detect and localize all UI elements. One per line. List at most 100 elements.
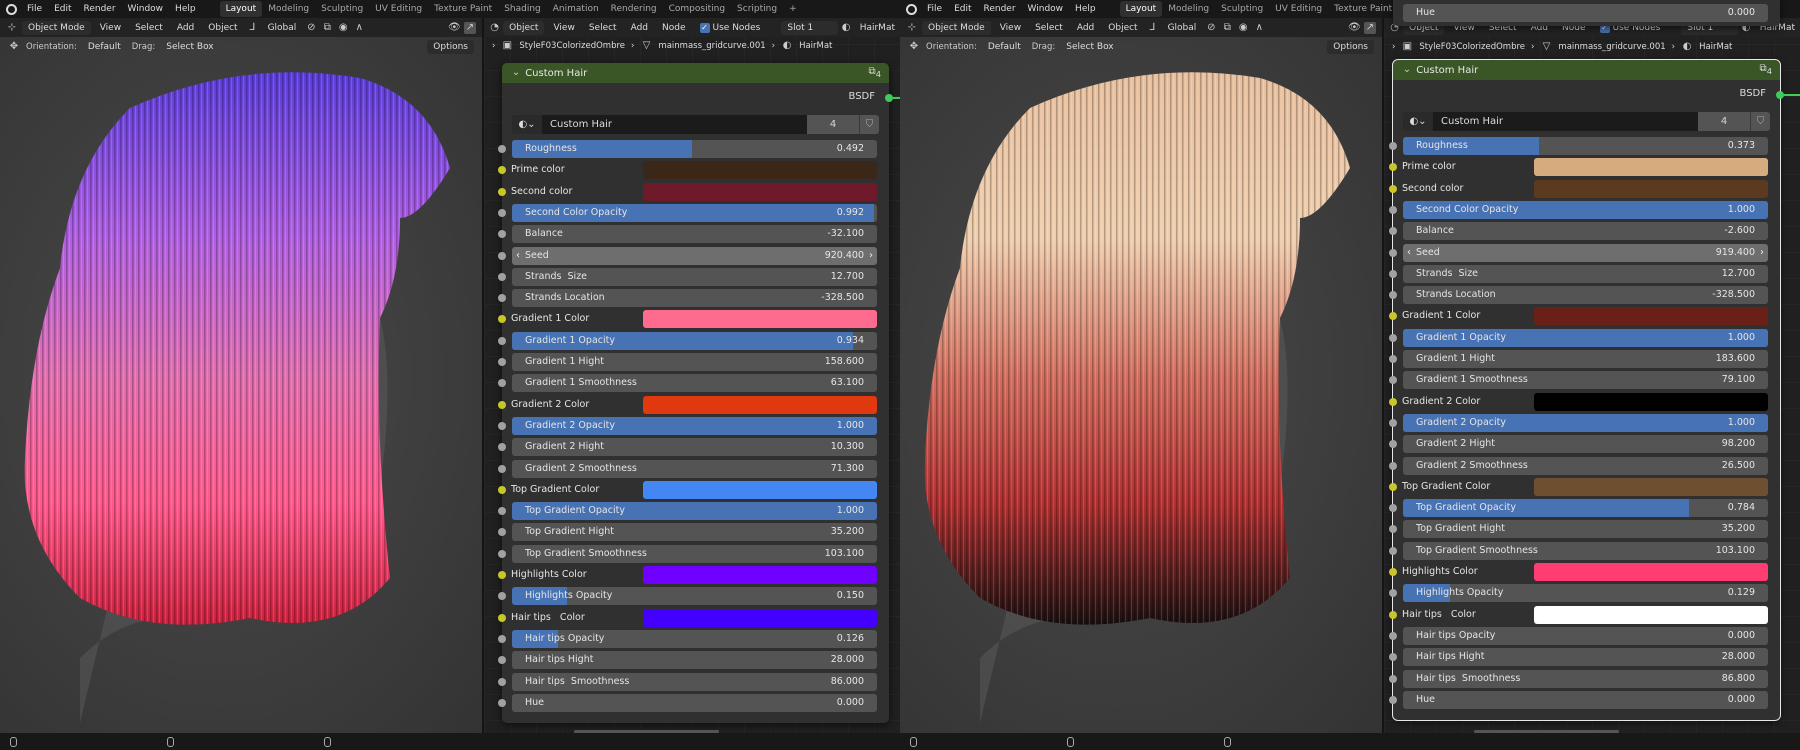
breadcrumb-material[interactable]: HairMat <box>799 41 832 51</box>
number-field[interactable]: Top Gradient Smoothness 103.100 <box>1403 541 1768 560</box>
input-socket[interactable] <box>498 315 506 324</box>
menu-file[interactable]: File <box>921 1 948 17</box>
gizmo-icon[interactable]: ↗ <box>1364 21 1376 34</box>
snap-icon[interactable]: ⧉ <box>321 22 333 34</box>
node-group-icon[interactable]: ⧉4 <box>869 66 881 79</box>
slider-field[interactable]: Second Color Opacity 0.992 <box>512 203 877 222</box>
number-field[interactable]: Gradient 1 Hight 183.600 <box>1403 350 1768 368</box>
shader-editor[interactable]: ◔ Object View Select Add Node ✓ Use Nodes Slot 1… <box>1384 0 1800 733</box>
number-field[interactable]: Balance -2.600 <box>1403 222 1768 241</box>
menu-render[interactable]: Render <box>978 1 1022 17</box>
node-menu-view[interactable]: View <box>548 21 579 35</box>
input-socket[interactable] <box>1389 397 1397 406</box>
menu-file[interactable]: File <box>21 1 48 17</box>
workspace-tab[interactable]: Scripting <box>731 1 783 17</box>
node-group-icon[interactable]: ⧉4 <box>1760 63 1772 76</box>
input-socket[interactable] <box>1389 184 1397 193</box>
increment-arrow-icon[interactable]: › <box>869 247 873 265</box>
input-socket[interactable] <box>498 166 506 175</box>
input-socket[interactable] <box>1389 504 1397 513</box>
gizmo-icon[interactable]: ↗ <box>464 21 476 34</box>
input-socket[interactable] <box>1389 525 1397 534</box>
orientation-dropdown[interactable]: Default <box>983 40 1026 54</box>
drag-dropdown[interactable]: Select Box <box>1061 40 1118 54</box>
color-swatch-gradient-2-color[interactable] <box>643 395 877 414</box>
falloff-icon[interactable]: ∧ <box>1253 22 1265 34</box>
pivot-icon[interactable]: ⊘ <box>305 22 317 34</box>
object-type-dropdown[interactable]: Object <box>503 20 545 35</box>
viewport-menu-object[interactable]: Object <box>203 21 242 35</box>
input-socket[interactable] <box>498 571 506 579</box>
input-socket[interactable] <box>1389 312 1397 321</box>
node-header[interactable]: ⌄ Custom Hair ⧉4 <box>1393 60 1780 80</box>
color-swatch-highlights-color[interactable] <box>643 566 877 584</box>
viewport-menu-view[interactable]: View <box>995 21 1026 35</box>
collapse-chevron-icon[interactable]: ⌄ <box>510 67 522 79</box>
input-socket[interactable] <box>1389 248 1397 257</box>
input-socket[interactable] <box>1389 440 1397 449</box>
number-field[interactable]: Strands Size 12.700 <box>512 267 877 286</box>
snap-icon[interactable]: ⧉ <box>1221 22 1233 34</box>
node-group-user-count[interactable]: 4 <box>807 115 859 134</box>
slider-field[interactable]: Gradient 2 Opacity 1.000 <box>512 416 877 435</box>
input-socket[interactable] <box>1389 227 1397 236</box>
workspace-tab[interactable]: UV Editing <box>1269 1 1328 17</box>
input-socket[interactable] <box>498 443 506 452</box>
output-socket[interactable] <box>1776 91 1784 99</box>
breadcrumb-data[interactable]: mainmass_gridcurve.001 <box>1558 42 1665 52</box>
number-field[interactable]: Top Gradient Smoothness 103.100 <box>512 544 877 563</box>
input-socket[interactable] <box>498 294 506 303</box>
input-socket[interactable] <box>498 613 506 622</box>
color-swatch-top-gradient-color[interactable] <box>643 480 877 499</box>
workspace-tab[interactable]: Modeling <box>1162 1 1215 17</box>
visibility-icon[interactable]: 👁 <box>1348 22 1361 34</box>
viewport-menu-object[interactable]: Object <box>1103 21 1142 35</box>
breadcrumb-data[interactable]: mainmass_gridcurve.001 <box>658 41 765 51</box>
input-socket[interactable] <box>498 485 506 494</box>
input-socket[interactable] <box>498 656 506 665</box>
number-field[interactable]: Hair tips Smoothness 86.800 <box>1403 669 1768 688</box>
color-swatch-second-color[interactable] <box>1534 179 1768 198</box>
slider-field[interactable]: Roughness 0.492 <box>512 140 877 158</box>
input-socket[interactable] <box>498 251 506 260</box>
input-socket[interactable] <box>498 507 506 516</box>
blender-logo-icon[interactable] <box>906 3 917 15</box>
number-field[interactable]: Gradient 2 Hight 98.200 <box>1403 435 1768 454</box>
viewport-menu-select[interactable]: Select <box>130 21 168 35</box>
seed-field[interactable]: ‹ Seed 920.400 › <box>512 246 877 265</box>
node-tree-icon[interactable]: ◐⌄ <box>1403 112 1433 131</box>
number-field[interactable]: Top Gradient Hight 35.200 <box>512 523 877 542</box>
node-group-name-input[interactable]: Custom Hair <box>1433 112 1698 131</box>
workspace-tab[interactable]: Texture Paint <box>1328 1 1398 17</box>
number-field[interactable]: Hue 0.000 <box>1403 690 1768 709</box>
input-socket[interactable] <box>498 358 506 366</box>
slider-field[interactable]: Gradient 1 Opacity 0.934 <box>512 331 877 350</box>
number-field[interactable]: Hair tips Hight 28.000 <box>1403 648 1768 667</box>
workspace-tab[interactable]: Shading <box>498 1 547 17</box>
options-dropdown[interactable]: Options <box>427 40 474 54</box>
input-socket[interactable] <box>498 634 506 643</box>
collapse-chevron-icon[interactable]: ⌄ <box>1401 64 1413 76</box>
node-menu-select[interactable]: Select <box>584 21 622 35</box>
slider-field[interactable]: Top Gradient Opacity 1.000 <box>512 502 877 521</box>
input-socket[interactable] <box>1389 142 1397 150</box>
workspace-tab[interactable]: Layout <box>1119 1 1163 17</box>
editor-type-icon[interactable]: ⊹ <box>906 22 918 34</box>
shader-editor-icon[interactable]: ◔ <box>490 22 499 34</box>
input-socket[interactable] <box>1389 482 1397 491</box>
3d-viewport[interactable]: ⊹ Object Mode View Select Add Object ⅃ Global ⊘ ⧉… <box>900 18 1382 733</box>
node-group-selector[interactable]: ◐⌄ Custom Hair 4 ⛉ <box>1403 112 1770 131</box>
input-socket[interactable] <box>1389 333 1397 342</box>
input-socket[interactable] <box>1389 376 1397 385</box>
input-socket[interactable] <box>1389 355 1397 363</box>
workspace-tab[interactable]: Rendering <box>605 1 663 17</box>
use-nodes-checkbox[interactable]: ✓ Use Nodes <box>695 21 766 35</box>
workspace-tab[interactable]: Layout <box>219 1 263 17</box>
workspace-tab[interactable]: Texture Paint <box>428 1 498 17</box>
viewport-menu-select[interactable]: Select <box>1030 21 1068 35</box>
node-menu-add[interactable]: Add <box>626 21 653 35</box>
number-field[interactable]: Balance -32.100 <box>512 225 877 244</box>
number-field[interactable]: Hair tips Smoothness 86.000 <box>512 672 877 691</box>
slider-field[interactable]: Gradient 2 Opacity 1.000 <box>1403 413 1768 432</box>
fake-user-shield-icon[interactable]: ⛉ <box>1750 112 1770 131</box>
